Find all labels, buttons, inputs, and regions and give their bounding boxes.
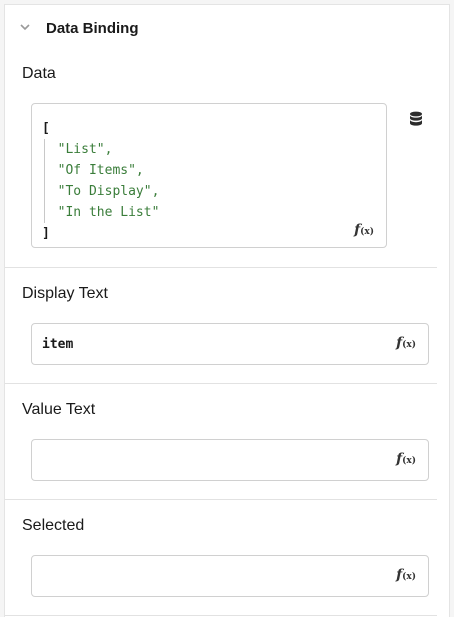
section-header-data-binding[interactable]: Data Binding [5,5,449,51]
function-toggle-icon[interactable]: f(x) [396,451,416,467]
code-line: [ [42,121,50,136]
function-toggle-icon[interactable]: f(x) [396,567,416,583]
function-toggle-icon[interactable]: f(x) [354,222,374,238]
data-label: Data [22,65,56,82]
display-text-label: Display Text [22,285,108,302]
code-content: [ "List", "Of Items", "To Display", "In … [42,118,159,244]
code-line: "List", [57,142,113,157]
selected-label: Selected [22,517,85,534]
display-text-input[interactable]: item f(x) [31,323,429,365]
divider [5,267,437,268]
code-line: "To Display", [57,184,160,199]
section-title: Data Binding [46,20,139,37]
properties-panel: Data Binding Data [ "List", "Of Items", … [4,4,450,617]
divider [5,615,437,616]
chevron-down-icon[interactable] [19,22,31,32]
function-toggle-icon[interactable]: f(x) [396,335,416,351]
code-line: ] [42,226,50,241]
indent-guide [44,139,45,223]
code-line: "In the List" [57,205,160,220]
code-line: "Of Items", [57,163,144,178]
data-code-editor[interactable]: [ "List", "Of Items", "To Display", "In … [31,103,387,248]
value-text-label: Value Text [22,401,96,418]
database-icon[interactable] [409,111,423,127]
divider [5,499,437,500]
value-text-input[interactable]: f(x) [31,439,429,481]
display-text-value: item [42,337,74,352]
selected-input[interactable]: f(x) [31,555,429,597]
divider [5,383,437,384]
